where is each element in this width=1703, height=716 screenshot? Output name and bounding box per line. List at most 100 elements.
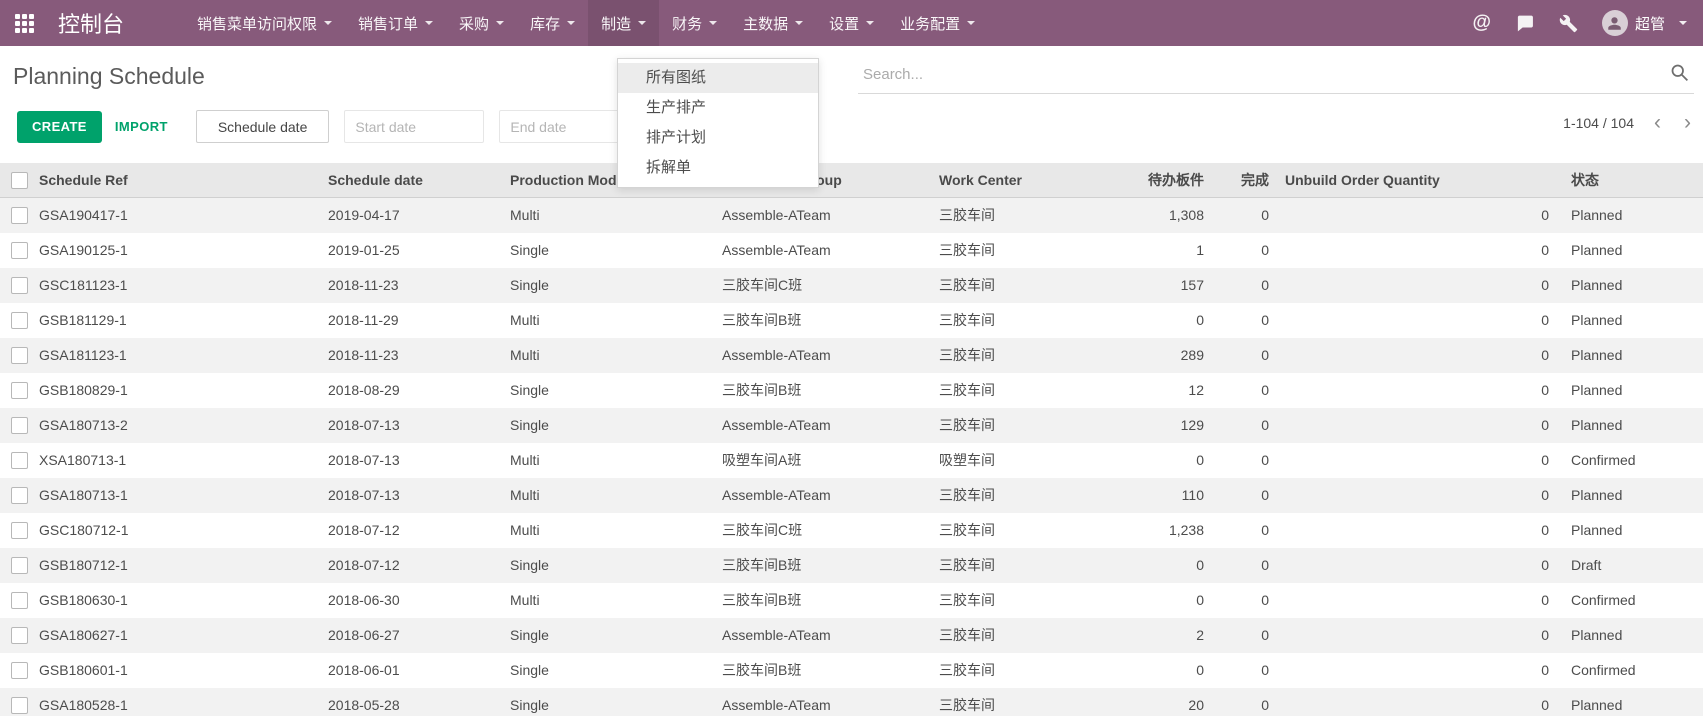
- table-body: GSA190417-1 2019-04-17 Multi Assemble-AT…: [0, 198, 1703, 716]
- cell-done: 0: [1210, 618, 1275, 653]
- menu-item-label: 销售订单: [358, 13, 418, 34]
- cell-production-group: Assemble-ATeam: [717, 618, 930, 653]
- cell-unbuild-order-quantity: 0: [1275, 548, 1559, 583]
- dropdown-menu-item[interactable]: 拆解单: [618, 153, 818, 183]
- table-row[interactable]: GSA180713-2 2018-07-13 Single Assemble-A…: [0, 408, 1703, 443]
- cell-pending-boards: 110: [1092, 478, 1210, 513]
- row-checkbox[interactable]: [11, 207, 28, 224]
- column-header-schedule-ref[interactable]: Schedule Ref: [36, 163, 320, 197]
- pager: 1-104 / 104 ‹ ›: [1563, 112, 1694, 133]
- menu-item[interactable]: 财务: [659, 0, 730, 46]
- table-row[interactable]: GSB180712-1 2018-07-12 Single 三胶车间B班 三胶车…: [0, 548, 1703, 583]
- table-row[interactable]: GSA180713-1 2018-07-13 Multi Assemble-AT…: [0, 478, 1703, 513]
- menu-item[interactable]: 设置: [816, 0, 887, 46]
- cell-production-group: 三胶车间B班: [717, 373, 930, 408]
- row-checkbox[interactable]: [11, 277, 28, 294]
- cell-schedule-date: 2018-07-13: [320, 478, 507, 513]
- table-row[interactable]: GSB181129-1 2018-11-29 Multi 三胶车间B班 三胶车间…: [0, 303, 1703, 338]
- row-checkbox[interactable]: [11, 522, 28, 539]
- apps-grid-icon[interactable]: [15, 14, 34, 33]
- cell-production-mode: Multi: [507, 513, 717, 548]
- cell-schedule-date: 2019-04-17: [320, 198, 507, 233]
- cell-done: 0: [1210, 688, 1275, 716]
- end-date-input[interactable]: [499, 110, 629, 143]
- row-checkbox[interactable]: [11, 662, 28, 679]
- menu-item[interactable]: 业务配置: [887, 0, 988, 46]
- app-title[interactable]: 控制台: [58, 7, 124, 39]
- manufacturing-dropdown-menu: 所有图纸生产排产排产计划拆解单: [617, 58, 819, 188]
- row-checkbox[interactable]: [11, 382, 28, 399]
- search-input[interactable]: [858, 66, 1669, 83]
- table-row[interactable]: GSC181123-1 2018-11-23 Single 三胶车间C班 三胶车…: [0, 268, 1703, 303]
- create-button[interactable]: CREATE: [17, 111, 102, 143]
- chat-icon[interactable]: [1515, 14, 1535, 33]
- cell-status: Planned: [1559, 268, 1703, 303]
- cell-schedule-ref: GSB180829-1: [36, 373, 320, 408]
- table-row[interactable]: GSA181123-1 2018-11-23 Multi Assemble-AT…: [0, 338, 1703, 373]
- column-header-unbuild-order-quantity[interactable]: Unbuild Order Quantity: [1275, 163, 1559, 197]
- pager-next-button[interactable]: ›: [1681, 112, 1694, 133]
- schedule-date-filter-button[interactable]: Schedule date: [196, 110, 330, 143]
- cell-schedule-ref: GSB180601-1: [36, 653, 320, 688]
- cell-work-center: 三胶车间: [930, 408, 1092, 443]
- mentions-icon[interactable]: @: [1472, 12, 1491, 34]
- cell-unbuild-order-quantity: 0: [1275, 338, 1559, 373]
- table-row[interactable]: GSC180712-1 2018-07-12 Multi 三胶车间C班 三胶车间…: [0, 513, 1703, 548]
- menu-item[interactable]: 制造: [588, 0, 659, 46]
- menu-item-label: 采购: [459, 13, 489, 34]
- table-row[interactable]: GSA180528-1 2018-05-28 Single Assemble-A…: [0, 688, 1703, 716]
- select-all-checkbox[interactable]: [11, 172, 28, 189]
- wrench-icon[interactable]: [1559, 14, 1578, 33]
- table-row[interactable]: GSB180630-1 2018-06-30 Multi 三胶车间B班 三胶车间…: [0, 583, 1703, 618]
- table-row[interactable]: GSB180829-1 2018-08-29 Single 三胶车间B班 三胶车…: [0, 373, 1703, 408]
- table-row[interactable]: GSA190125-1 2019-01-25 Single Assemble-A…: [0, 233, 1703, 268]
- column-header-work-center[interactable]: Work Center: [930, 163, 1092, 197]
- cell-work-center: 三胶车间: [930, 373, 1092, 408]
- row-checkbox[interactable]: [11, 592, 28, 609]
- search-icon[interactable]: [1669, 62, 1690, 88]
- import-button[interactable]: IMPORT: [115, 119, 168, 134]
- cell-work-center: 三胶车间: [930, 513, 1092, 548]
- pager-previous-button[interactable]: ‹: [1651, 112, 1664, 133]
- cell-pending-boards: 0: [1092, 303, 1210, 338]
- user-menu[interactable]: 超管: [1602, 10, 1687, 36]
- column-header-pending-boards[interactable]: 待办板件: [1092, 163, 1210, 197]
- dropdown-menu-item[interactable]: 所有图纸: [618, 63, 818, 93]
- row-checkbox[interactable]: [11, 487, 28, 504]
- menu-item[interactable]: 库存: [517, 0, 588, 46]
- row-checkbox[interactable]: [11, 242, 28, 259]
- menu-item[interactable]: 采购: [446, 0, 517, 46]
- menu-item-label: 库存: [530, 13, 560, 34]
- table-row[interactable]: XSA180713-1 2018-07-13 Multi 吸塑车间A班 吸塑车间…: [0, 443, 1703, 478]
- search-bar: [858, 56, 1694, 94]
- row-checkbox[interactable]: [11, 312, 28, 329]
- menu-item[interactable]: 销售订单: [345, 0, 446, 46]
- start-date-input[interactable]: [344, 110, 484, 143]
- column-header-status[interactable]: 状态: [1559, 163, 1703, 197]
- cell-schedule-date: 2018-06-27: [320, 618, 507, 653]
- table-row[interactable]: GSA190417-1 2019-04-17 Multi Assemble-AT…: [0, 198, 1703, 233]
- table-row[interactable]: GSB180601-1 2018-06-01 Single 三胶车间B班 三胶车…: [0, 653, 1703, 688]
- row-checkbox[interactable]: [11, 627, 28, 644]
- row-checkbox[interactable]: [11, 452, 28, 469]
- cell-schedule-ref: GSA180627-1: [36, 618, 320, 653]
- column-header-done[interactable]: 完成: [1210, 163, 1275, 197]
- dropdown-menu-item[interactable]: 排产计划: [618, 123, 818, 153]
- dropdown-menu-item[interactable]: 生产排产: [618, 93, 818, 123]
- cell-work-center: 三胶车间: [930, 198, 1092, 233]
- row-checkbox[interactable]: [11, 557, 28, 574]
- cell-unbuild-order-quantity: 0: [1275, 618, 1559, 653]
- cell-work-center: 三胶车间: [930, 303, 1092, 338]
- row-checkbox[interactable]: [11, 347, 28, 364]
- cell-work-center: 三胶车间: [930, 478, 1092, 513]
- column-header-schedule-date[interactable]: Schedule date: [320, 163, 507, 197]
- row-checkbox[interactable]: [11, 417, 28, 434]
- cell-schedule-ref: GSA180528-1: [36, 688, 320, 716]
- menu-item[interactable]: 主数据: [730, 0, 816, 46]
- menu-item-label: 销售菜单访问权限: [197, 13, 317, 34]
- table-row[interactable]: GSA180627-1 2018-06-27 Single Assemble-A…: [0, 618, 1703, 653]
- row-checkbox[interactable]: [11, 697, 28, 714]
- cell-production-group: Assemble-ATeam: [717, 688, 930, 716]
- cell-done: 0: [1210, 478, 1275, 513]
- menu-item[interactable]: 销售菜单访问权限: [184, 0, 345, 46]
